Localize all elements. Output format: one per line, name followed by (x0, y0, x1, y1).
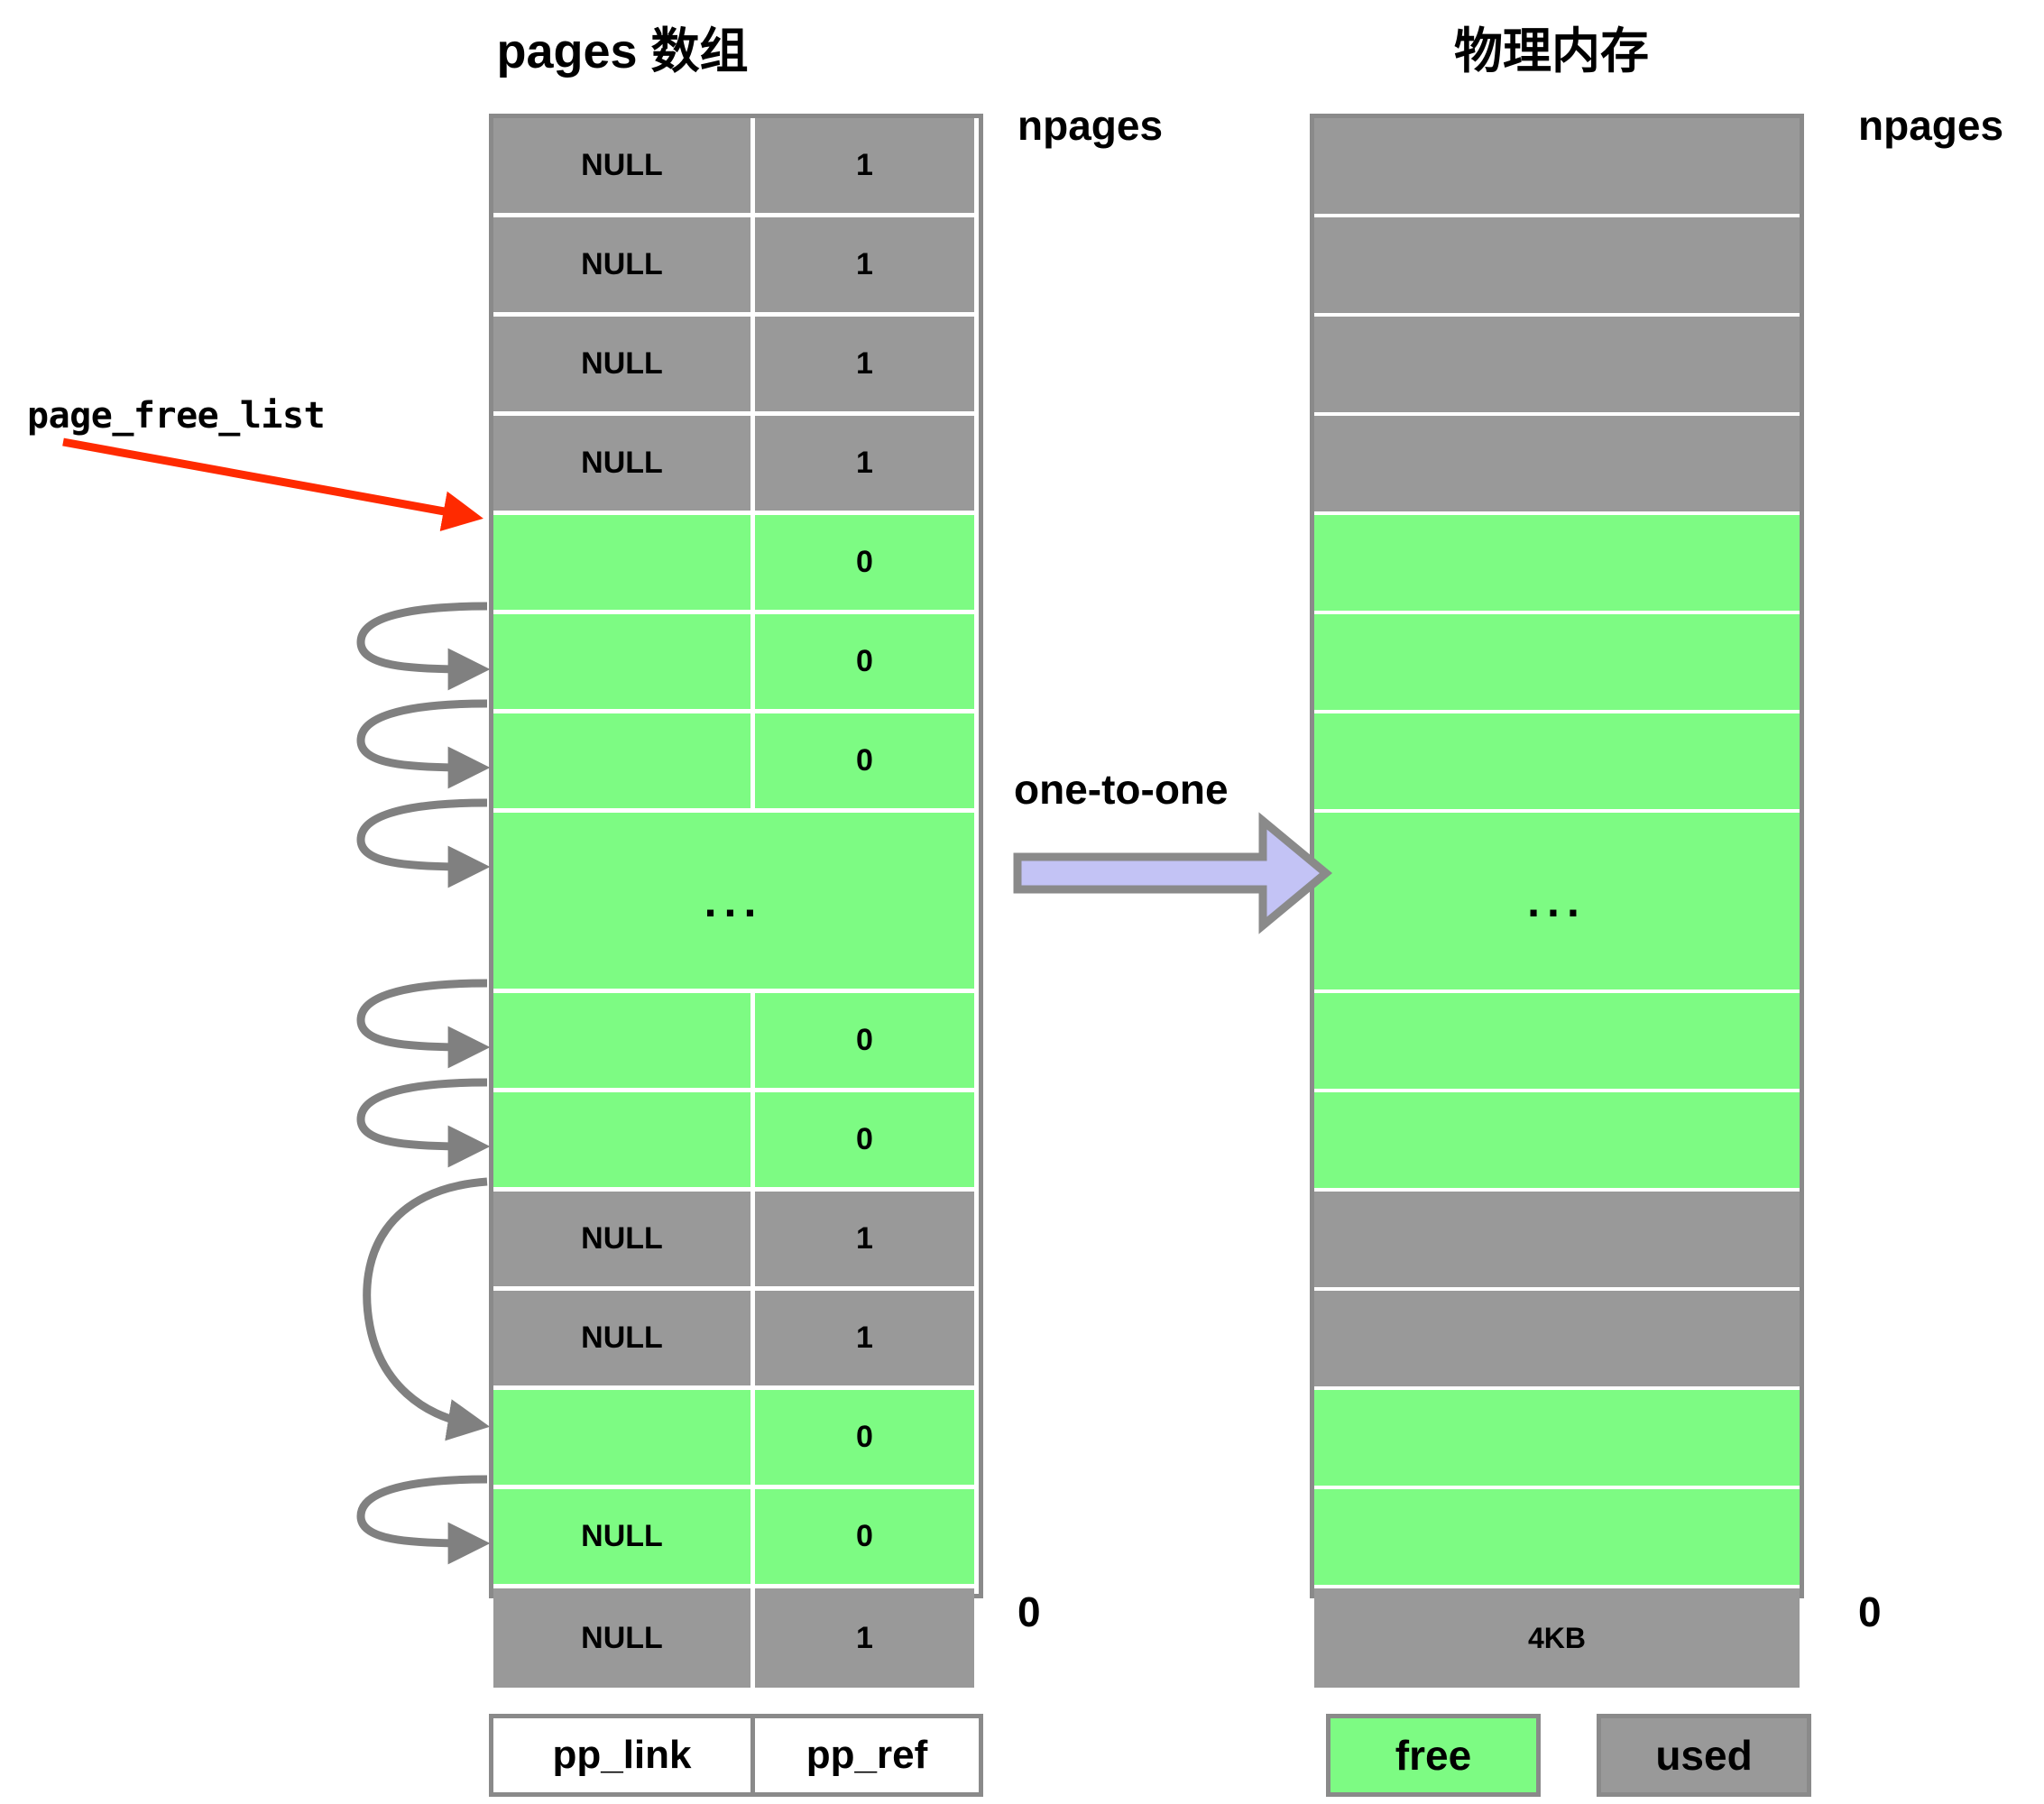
pp-link-cell: NULL (493, 1489, 755, 1584)
pp-ref-cell: 0 (755, 515, 974, 610)
ellipsis-label: ... (704, 875, 764, 926)
pages-array-title: pages 数组 (496, 24, 749, 78)
pages-row: NULL 1 (493, 1192, 979, 1291)
pp-ref-cell: 0 (755, 993, 974, 1088)
memory-block (1314, 713, 1800, 813)
memory-block (1314, 1192, 1800, 1291)
zero-marker-right: 0 (1858, 1588, 1882, 1635)
memory-block (1314, 993, 1800, 1092)
memory-block (1314, 614, 1800, 713)
pp-ref-cell: 1 (755, 1192, 974, 1286)
pp-ref-cell: 1 (755, 217, 974, 312)
physical-memory-column: ... 4KB (1310, 114, 1804, 1688)
pp-link-cell (493, 993, 755, 1088)
pp-link-cell (493, 515, 755, 610)
pp-link-cell: NULL (493, 1588, 755, 1688)
pp-link-cell: NULL (493, 118, 755, 213)
pages-array-table: NULL 1 NULL 1 NULL 1 NULL 1 0 0 0... 0 0 NULL 1 NULL 1 0 N… (489, 114, 983, 1688)
memory-block: ... (1314, 813, 1800, 993)
pages-row: NULL 1 (493, 1588, 979, 1688)
pages-row: NULL 1 (493, 416, 979, 515)
pp-link-cell: ... (493, 813, 974, 989)
pages-row: NULL 1 (493, 118, 979, 217)
pages-row: NULL 1 (493, 217, 979, 317)
pp-ref-cell: 0 (755, 614, 974, 709)
pages-row: NULL 1 (493, 317, 979, 416)
pp-ref-cell: 1 (755, 118, 974, 213)
memory-block (1314, 1092, 1800, 1192)
one-to-one-block-arrow (1013, 812, 1333, 934)
memory-legend: free used (1326, 1714, 1831, 1797)
memory-block (1314, 1489, 1800, 1588)
pages-row: ... (493, 813, 979, 993)
page-free-list-pointer-arrow (62, 437, 483, 531)
one-to-one-label: one-to-one (1014, 766, 1229, 813)
pages-row: 0 (493, 614, 979, 713)
pp-ref-cell: 1 (755, 1588, 974, 1688)
pages-row: 0 (493, 1092, 979, 1192)
pp-ref-cell: 0 (755, 1390, 974, 1485)
pp-ref-cell: 0 (755, 1092, 974, 1187)
pp-ref-cell: 1 (755, 416, 974, 511)
pp-ref-cell: 1 (755, 1291, 974, 1385)
legend-pp-ref: pp_ref (806, 1733, 928, 1777)
free-list-link-arrows (356, 602, 491, 1565)
pp-link-cell (493, 1092, 755, 1187)
pages-row: NULL 0 (493, 1489, 979, 1588)
pp-link-cell (493, 1390, 755, 1485)
pages-row: 0 (493, 1390, 979, 1489)
pages-row: NULL 1 (493, 1291, 979, 1390)
legend-used-swatch: used (1597, 1714, 1811, 1797)
pages-row: 0 (493, 515, 979, 614)
pp-link-cell: NULL (493, 317, 755, 411)
memory-block (1314, 317, 1800, 416)
pp-link-cell: NULL (493, 416, 755, 511)
memory-block (1314, 1390, 1800, 1489)
memory-block (1314, 515, 1800, 614)
zero-marker-left: 0 (1017, 1588, 1041, 1635)
memory-block (1314, 416, 1800, 515)
pp-ref-cell: 0 (755, 713, 974, 808)
pp-link-cell: NULL (493, 1291, 755, 1385)
pp-link-cell (493, 614, 755, 709)
pages-array-legend: pp_link pp_ref (489, 1714, 983, 1797)
pp-ref-cell: 1 (755, 317, 974, 411)
memory-block: 4KB (1314, 1588, 1800, 1688)
legend-free-swatch: free (1326, 1714, 1541, 1797)
ellipsis-label: ... (1527, 876, 1587, 926)
memory-block (1314, 217, 1800, 317)
pages-row: 0 (493, 713, 979, 813)
physical-memory-title: 物理内存 (1454, 24, 1649, 78)
page-free-list-label: page_free_list (27, 395, 326, 437)
pages-row: 0 (493, 993, 979, 1092)
pp-link-cell (493, 713, 755, 808)
memory-block (1314, 1291, 1800, 1390)
pp-ref-cell: 0 (755, 1489, 974, 1584)
pp-link-cell: NULL (493, 1192, 755, 1286)
legend-pp-link: pp_link (493, 1718, 755, 1792)
npages-marker-left: npages (1017, 102, 1164, 149)
pp-link-cell: NULL (493, 217, 755, 312)
npages-marker-right: npages (1858, 102, 2004, 149)
memory-block (1314, 118, 1800, 217)
